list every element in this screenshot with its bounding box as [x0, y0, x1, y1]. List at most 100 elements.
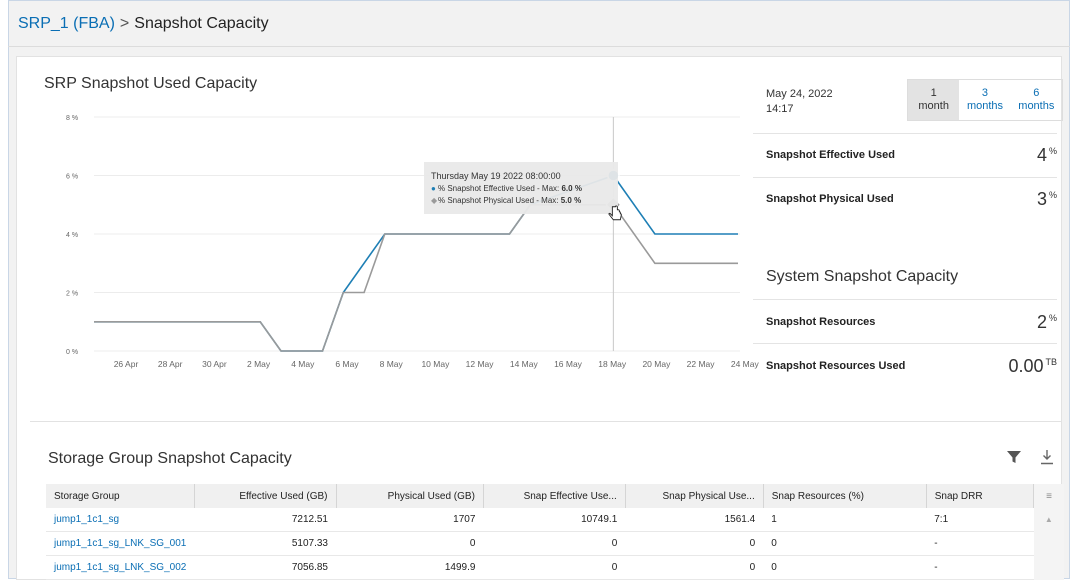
- range-3-months-button[interactable]: 3 months: [959, 80, 1010, 120]
- tooltip-bullet: ◆: [431, 196, 438, 205]
- x-tick-label: 24 May: [731, 359, 760, 369]
- table-row[interactable]: jump1_1c1_sg 7212.51 1707 10749.1 1561.4…: [46, 508, 1064, 532]
- metric-divider: [753, 299, 1057, 300]
- x-tick-label: 18 May: [598, 359, 627, 369]
- column-header[interactable]: Physical Used (GB): [336, 484, 484, 508]
- column-header[interactable]: Snap Physical Use...: [625, 484, 764, 508]
- table-cell: 1707: [336, 508, 484, 532]
- download-icon[interactable]: [1040, 449, 1054, 470]
- table-cell: -: [926, 531, 1034, 556]
- table-cell: 7056.85: [194, 555, 336, 580]
- column-header[interactable]: Snap Effective Use...: [483, 484, 626, 508]
- table-cell: 1: [763, 508, 927, 532]
- range-unit: months: [966, 100, 1004, 112]
- tooltip-line: % Snapshot Effective Used - Max: 6.0 %: [438, 184, 582, 193]
- range-number: 3: [981, 87, 989, 99]
- metric-effective-used-label: Snapshot Effective Used: [766, 149, 895, 161]
- y-tick-label: 6 %: [66, 174, 78, 181]
- filter-icon[interactable]: [1006, 449, 1022, 470]
- table-cell: 0: [483, 531, 626, 556]
- table-cell: 0: [483, 555, 626, 580]
- metric-value-number: 0.00: [1008, 356, 1044, 376]
- metric-value-number: 3: [1036, 189, 1047, 209]
- section-divider: [30, 421, 1062, 422]
- column-header[interactable]: Storage Group: [46, 484, 195, 508]
- tooltip-title: Thursday May 19 2022 08:00:00: [431, 171, 561, 181]
- table-cell: 7:1: [926, 508, 1034, 532]
- tooltip-line-label: % Snapshot Physical Used - Max:: [438, 196, 561, 205]
- summary-date-day: May 24, 2022: [766, 88, 833, 100]
- table-cell: 0: [625, 531, 764, 556]
- table-row[interactable]: jump1_1c1_sg_LNK_SG_001 5107.33 0 0 0 0 …: [46, 531, 1064, 556]
- x-tick-label: 16 May: [554, 359, 583, 369]
- metric-value-unit: TB: [1045, 357, 1057, 367]
- tooltip-line-value: 6.0 %: [561, 184, 581, 193]
- metric-value-unit: %: [1048, 313, 1057, 323]
- metric-value-number: 4: [1036, 145, 1047, 165]
- x-tick-label: 12 May: [466, 359, 495, 369]
- metric-physical-used-label: Snapshot Physical Used: [766, 193, 894, 205]
- scrollbar-up-icon[interactable]: ▲: [1033, 508, 1064, 532]
- x-tick-label: 6 May: [335, 359, 359, 369]
- metric-resources-used-value: 0.00 TB: [1008, 356, 1057, 377]
- column-header[interactable]: Effective Used (GB): [194, 484, 337, 508]
- table-cell: 1561.4: [625, 508, 764, 532]
- x-tick-label: 14 May: [510, 359, 539, 369]
- x-tick-label: 30 Apr: [202, 359, 227, 369]
- metric-snapshot-resources-value: 2%: [1037, 312, 1057, 333]
- scrollbar-track[interactable]: [1033, 531, 1064, 556]
- table-row[interactable]: jump1_1c1_sg_LNK_SG_002 7056.85 1499.9 0…: [46, 555, 1064, 580]
- table-cell: 5107.33: [194, 531, 336, 556]
- y-tick-label: 2 %: [66, 291, 78, 298]
- table-header-row: Storage Group Effective Used (GB) Physic…: [46, 484, 1064, 508]
- x-tick-label: 2 May: [247, 359, 271, 369]
- y-tick-label: 8 %: [66, 115, 78, 122]
- metric-snapshot-resources-label: Snapshot Resources: [766, 316, 876, 328]
- x-tick-label: 10 May: [421, 359, 450, 369]
- range-number: 6: [1033, 87, 1040, 99]
- table-cell: 7212.51: [194, 508, 336, 532]
- table-cell: -: [926, 555, 1034, 580]
- table-cell: 0: [625, 555, 764, 580]
- metric-divider: [753, 343, 1057, 344]
- system-snapshot-title: System Snapshot Capacity: [766, 268, 959, 285]
- tooltip-line-value: 5.0 %: [561, 196, 581, 205]
- metric-resources-used-label: Snapshot Resources Used: [766, 360, 906, 372]
- metric-value-unit: %: [1048, 146, 1057, 156]
- range-6-months-button[interactable]: 6 months: [1011, 80, 1062, 120]
- metric-value-number: 2: [1036, 312, 1047, 332]
- columns-menu-icon[interactable]: ≡: [1033, 484, 1064, 508]
- table-cell: 0: [763, 555, 927, 580]
- metric-effective-used-value: 4%: [1037, 145, 1057, 166]
- range-unit: months: [1018, 100, 1055, 112]
- srp-snapshot-chart: 0 % 2 % 4 % 6 % 8 % 26 Apr 28 Apr 30 Apr 2 May 4 …: [66, 115, 760, 369]
- x-tick-label: 8 May: [380, 359, 404, 369]
- x-tick-label: 22 May: [687, 359, 716, 369]
- table-cell: 0: [336, 531, 484, 556]
- range-number: 1: [930, 87, 937, 99]
- table-cell: 10749.1: [483, 508, 626, 532]
- metric-divider: [753, 177, 1057, 178]
- x-tick-label: 28 Apr: [158, 359, 183, 369]
- y-tick-label: 0 %: [66, 349, 78, 356]
- storage-group-title: Storage Group Snapshot Capacity: [48, 450, 292, 467]
- x-tick-label: 4 May: [291, 359, 315, 369]
- storage-group-link[interactable]: jump1_1c1_sg_LNK_SG_002: [46, 555, 195, 580]
- column-header[interactable]: Snap Resources (%): [763, 484, 927, 508]
- tooltip-line-label: % Snapshot Effective Used - Max:: [438, 184, 561, 193]
- storage-group-link[interactable]: jump1_1c1_sg_LNK_SG_001: [46, 531, 195, 556]
- metric-value-unit: %: [1048, 190, 1057, 200]
- range-1-month-button[interactable]: 1 month: [908, 80, 960, 120]
- metric-physical-used-value: 3%: [1037, 189, 1057, 210]
- column-header[interactable]: Snap DRR: [926, 484, 1035, 508]
- tooltip-line: % Snapshot Physical Used - Max: 5.0 %: [438, 196, 581, 205]
- table-cell: 1499.9: [336, 555, 484, 580]
- series-line: [94, 204, 738, 352]
- x-tick-label: 20 May: [642, 359, 671, 369]
- metric-divider: [753, 133, 1057, 134]
- storage-group-link[interactable]: jump1_1c1_sg: [46, 508, 195, 532]
- table-cell: 0: [763, 531, 927, 556]
- summary-date-time: 14:17: [766, 103, 794, 115]
- x-tick-label: 26 Apr: [114, 359, 139, 369]
- scrollbar-track[interactable]: [1033, 555, 1064, 580]
